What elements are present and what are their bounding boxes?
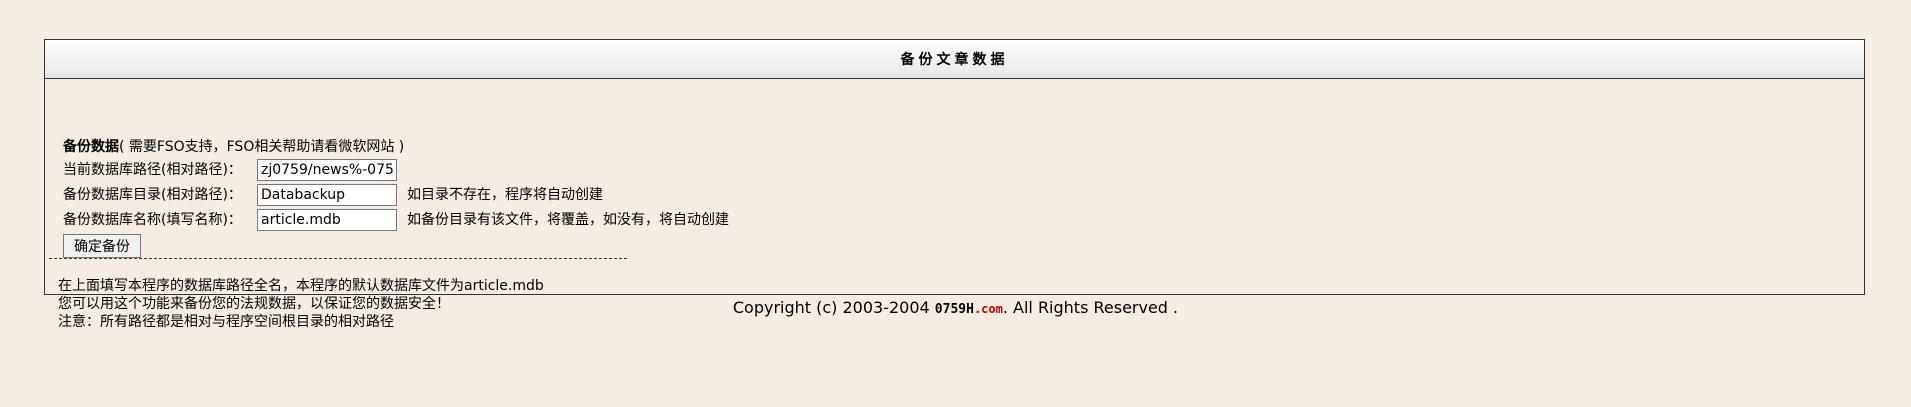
copyright-prefix: Copyright (c) 2003-2004 bbox=[732, 298, 935, 317]
backup-name-hint: 如备份目录有该文件，将覆盖，如没有，将自动创建 bbox=[407, 212, 729, 228]
dashed-divider bbox=[49, 258, 627, 259]
backup-panel: 备份文章数据 备份数据( 需要FSO支持，FSO相关帮助请看微软网站 ) 当前数… bbox=[44, 39, 1865, 330]
panel-title: 备份文章数据 bbox=[45, 40, 1864, 79]
copyright-suffix: . All Rights Reserved . bbox=[1002, 298, 1179, 317]
current-db-row: 当前数据库路径(相对路径)： bbox=[63, 159, 397, 181]
current-db-label: 当前数据库路径(相对路径)： bbox=[63, 162, 242, 178]
current-db-input[interactable] bbox=[257, 159, 397, 181]
copyright-footer: Copyright (c) 2003-2004 0759H.com. All R… bbox=[0, 298, 1911, 317]
intro-line: 备份数据( 需要FSO支持，FSO相关帮助请看微软网站 ) bbox=[63, 137, 404, 157]
backup-dir-label: 备份数据库目录(相对路径)： bbox=[63, 187, 242, 203]
confirm-backup-button[interactable]: 确定备份 bbox=[63, 234, 141, 258]
brand-name[interactable]: 0759H bbox=[935, 302, 974, 317]
intro-text: ( 需要FSO支持，FSO相关帮助请看微软网站 ) bbox=[119, 139, 405, 155]
submit-row: 确定备份 bbox=[63, 234, 141, 258]
note-line: 在上面填写本程序的数据库路径全名，本程序的默认数据库文件为article.mdb bbox=[58, 278, 544, 294]
brand-domain[interactable]: .com bbox=[974, 302, 1003, 316]
backup-dir-row: 备份数据库目录(相对路径)： 如目录不存在，程序将自动创建 bbox=[63, 184, 603, 206]
intro-bold: 备份数据 bbox=[63, 139, 119, 155]
backup-name-input[interactable] bbox=[257, 209, 397, 231]
backup-dir-hint: 如目录不存在，程序将自动创建 bbox=[407, 187, 603, 203]
backup-name-row: 备份数据库名称(填写名称)： 如备份目录有该文件，将覆盖，如没有，将自动创建 bbox=[63, 209, 729, 231]
backup-dir-input[interactable] bbox=[257, 184, 397, 206]
backup-name-label: 备份数据库名称(填写名称)： bbox=[63, 212, 242, 228]
